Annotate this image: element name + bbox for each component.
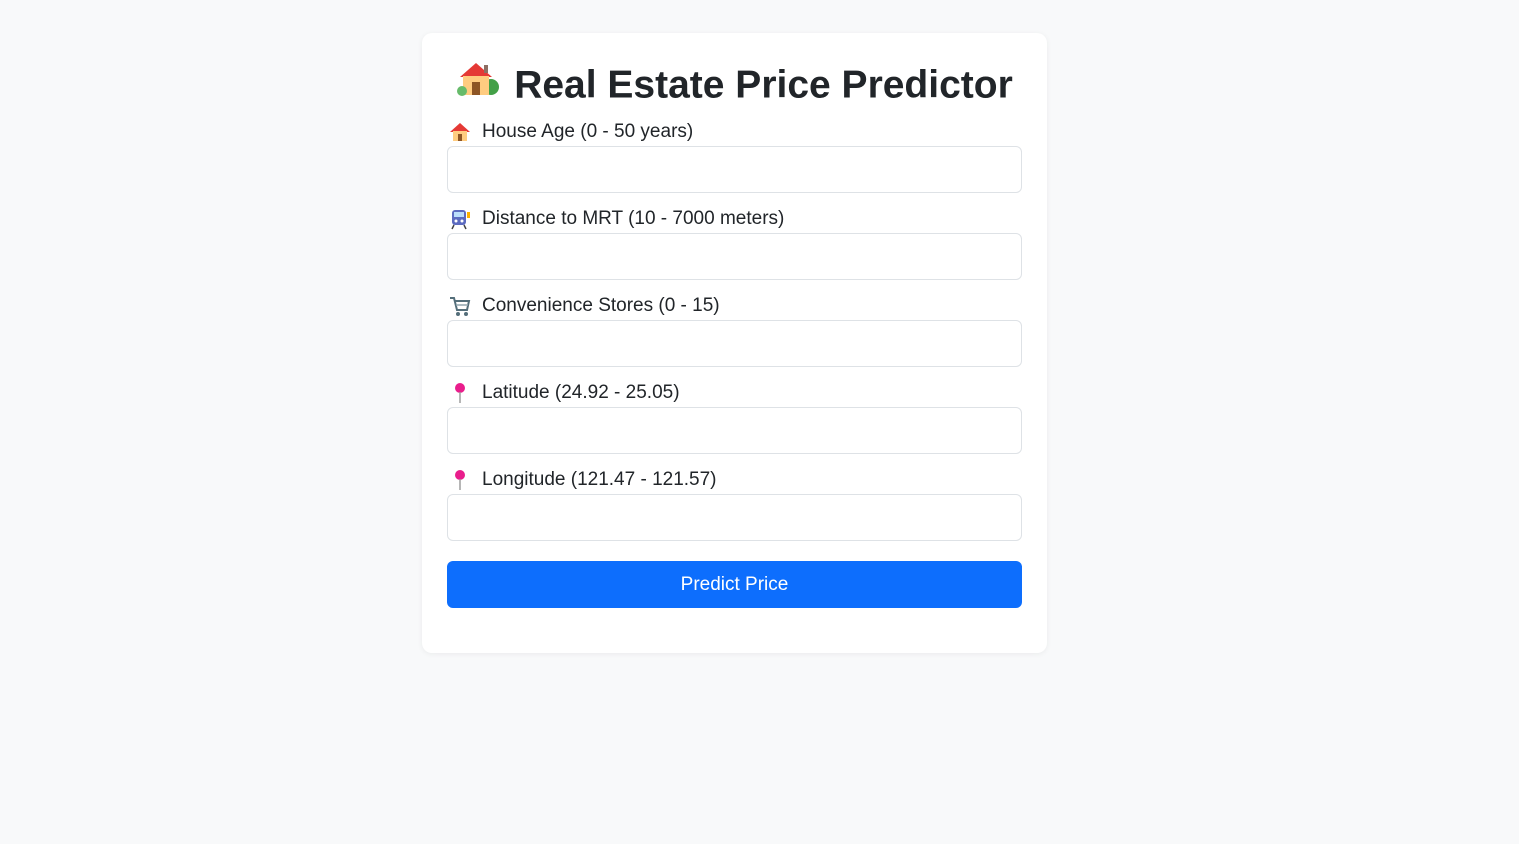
- distance-mrt-label-text: Distance to MRT (10 - 7000 meters): [482, 208, 785, 229]
- longitude-field: Longitude (121.47 - 121.57): [447, 468, 1022, 541]
- house-age-label: House Age (0 - 50 years): [447, 120, 1022, 144]
- house-with-garden-icon: [456, 57, 500, 109]
- house-age-input[interactable]: [447, 146, 1022, 193]
- longitude-input[interactable]: [447, 494, 1022, 541]
- convenience-stores-field: Convenience Stores (0 - 15): [447, 294, 1022, 367]
- house-icon: [449, 121, 471, 143]
- convenience-stores-input[interactable]: [447, 320, 1022, 367]
- pin-icon: [449, 469, 471, 491]
- pin-icon: [449, 382, 471, 404]
- latitude-label-text: Latitude (24.92 - 25.05): [482, 382, 680, 403]
- predict-price-button[interactable]: Predict Price: [447, 561, 1022, 608]
- latitude-field: Latitude (24.92 - 25.05): [447, 381, 1022, 454]
- house-age-label-text: House Age (0 - 50 years): [482, 121, 694, 142]
- title-text: Real Estate Price Predictor: [514, 63, 1013, 107]
- latitude-label: Latitude (24.92 - 25.05): [447, 381, 1022, 405]
- latitude-input[interactable]: [447, 407, 1022, 454]
- longitude-label-text: Longitude (121.47 - 121.57): [482, 469, 717, 490]
- train-icon: [449, 208, 471, 230]
- convenience-stores-label-text: Convenience Stores (0 - 15): [482, 295, 720, 316]
- shopping-cart-icon: [449, 295, 471, 317]
- distance-mrt-input[interactable]: [447, 233, 1022, 280]
- convenience-stores-label: Convenience Stores (0 - 15): [447, 294, 1022, 318]
- house-age-field: House Age (0 - 50 years): [447, 120, 1022, 193]
- longitude-label: Longitude (121.47 - 121.57): [447, 468, 1022, 492]
- predictor-card: Real Estate Price Predictor House Age (0…: [422, 33, 1047, 653]
- distance-mrt-field: Distance to MRT (10 - 7000 meters): [447, 207, 1022, 280]
- page-title: Real Estate Price Predictor: [422, 61, 1047, 113]
- distance-mrt-label: Distance to MRT (10 - 7000 meters): [447, 207, 1022, 231]
